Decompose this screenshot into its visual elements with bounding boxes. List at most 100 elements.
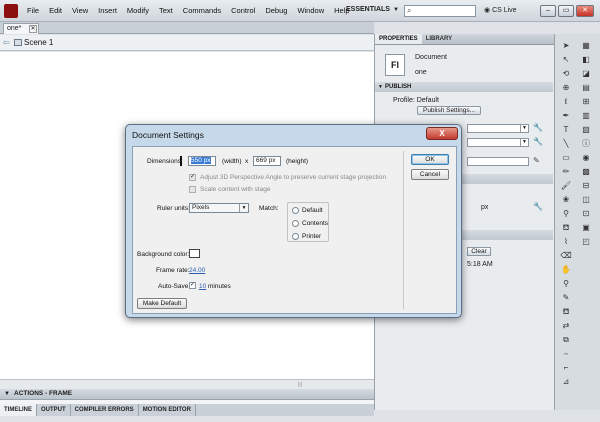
- eyedropper-tool-icon[interactable]: ⌇: [559, 236, 573, 248]
- panel-icon[interactable]: ▧: [579, 124, 593, 136]
- cancel-button[interactable]: Cancel: [411, 169, 449, 180]
- tab-motion-editor[interactable]: MOTION EDITOR: [139, 404, 196, 416]
- menu-text[interactable]: Text: [154, 6, 178, 15]
- document-tab-one[interactable]: one* ✕: [3, 23, 39, 34]
- menu-view[interactable]: View: [67, 6, 93, 15]
- 3d-rotation-tool-icon[interactable]: ⊕: [559, 82, 573, 94]
- player-dropdown[interactable]: ▼: [467, 124, 529, 133]
- match-printer-radio[interactable]: [292, 233, 299, 240]
- clear-button[interactable]: Clear: [467, 247, 491, 256]
- tab-timeline[interactable]: TIMELINE: [0, 404, 37, 416]
- back-arrow-icon[interactable]: ⇦: [3, 38, 10, 47]
- menu-file[interactable]: File: [22, 6, 44, 15]
- info-icon[interactable]: ⓘ: [579, 138, 593, 150]
- free-transform-tool-icon[interactable]: ⟲: [559, 68, 573, 80]
- actions-panel-header[interactable]: ▼ ACTIONS - FRAME: [0, 389, 374, 400]
- frame-rate-value[interactable]: 24.00: [189, 267, 205, 274]
- rectangle-tool-icon[interactable]: ▭: [559, 152, 573, 164]
- script-dropdown[interactable]: ▼: [467, 138, 529, 147]
- tab-output[interactable]: OUTPUT: [37, 404, 71, 416]
- menu-insert[interactable]: Insert: [93, 6, 122, 15]
- menu-debug[interactable]: Debug: [260, 6, 292, 15]
- panel-icon[interactable]: ▣: [579, 222, 593, 234]
- swap-colors-icon[interactable]: ⇄: [559, 320, 573, 332]
- autosave-checkbox[interactable]: ✓: [189, 282, 196, 289]
- scale-content-checkbox[interactable]: [189, 186, 196, 193]
- match-contents-label: Contents: [302, 220, 329, 227]
- wrench-icon[interactable]: 🔧: [533, 137, 543, 146]
- panel-icon[interactable]: ◪: [579, 68, 593, 80]
- pencil-tool-icon[interactable]: ✏: [559, 166, 573, 178]
- lasso-tool-icon[interactable]: ℓ: [559, 96, 573, 108]
- search-input[interactable]: ⌕: [404, 5, 476, 17]
- ruler-units-select[interactable]: Pixels ▼: [189, 203, 249, 213]
- scrollbar-thumb[interactable]: |||: [270, 382, 330, 388]
- panel-icon[interactable]: ▦: [579, 40, 593, 52]
- paint-bucket-tool-icon[interactable]: ⛾: [559, 222, 573, 234]
- panel-icon[interactable]: ◉: [579, 152, 593, 164]
- panel-icon[interactable]: ⊟: [579, 180, 593, 192]
- menu-edit[interactable]: Edit: [44, 6, 67, 15]
- history-timestamp: 5:18 AM: [467, 261, 493, 268]
- dialog-close-button[interactable]: X: [426, 127, 458, 140]
- deco-tool-icon[interactable]: ❀: [559, 194, 573, 206]
- panel-icon[interactable]: ◰: [579, 236, 593, 248]
- pen-tool-icon[interactable]: ✒: [559, 110, 573, 122]
- ok-button[interactable]: OK: [411, 154, 449, 165]
- panel-icon[interactable]: ◧: [579, 54, 593, 66]
- fill-color-icon[interactable]: ⛾: [559, 306, 573, 318]
- match-default-radio[interactable]: [292, 207, 299, 214]
- panel-icon[interactable]: ▤: [579, 82, 593, 94]
- dialog-title: Document Settings: [132, 130, 204, 140]
- panel-icon[interactable]: ◫: [579, 194, 593, 206]
- menu-modify[interactable]: Modify: [122, 6, 154, 15]
- adjust-3d-checkbox[interactable]: ✓: [189, 174, 196, 181]
- close-tab-icon[interactable]: ✕: [29, 25, 37, 33]
- panel-icon[interactable]: ⊞: [579, 96, 593, 108]
- subselection-tool-icon[interactable]: ↖: [559, 54, 573, 66]
- stroke-color-icon[interactable]: ✎: [559, 292, 573, 304]
- height-field[interactable]: 669 px: [253, 156, 281, 166]
- bone-tool-icon[interactable]: ⚲: [559, 208, 573, 220]
- autosave-value[interactable]: 10: [199, 283, 206, 290]
- menu-control[interactable]: Control: [226, 6, 260, 15]
- tab-compiler-errors[interactable]: COMPILER ERRORS: [71, 404, 139, 416]
- background-color-swatch[interactable]: [189, 249, 200, 258]
- eraser-tool-icon[interactable]: ⌫: [559, 250, 573, 262]
- zoom-tool-icon[interactable]: ⚲: [559, 278, 573, 290]
- cs-live-button[interactable]: ◉ CS Live: [484, 6, 517, 14]
- line-tool-icon[interactable]: ╲: [559, 138, 573, 150]
- tab-library[interactable]: LIBRARY: [422, 34, 456, 44]
- pencil-icon[interactable]: ✎: [533, 156, 540, 165]
- make-default-button[interactable]: Make Default: [137, 298, 187, 309]
- wrench-icon[interactable]: 🔧: [533, 123, 543, 132]
- selection-tool-icon[interactable]: ➤: [559, 40, 573, 52]
- ruler-units-label: Ruler units:: [157, 205, 190, 212]
- match-contents-radio[interactable]: [292, 220, 299, 227]
- publish-settings-button[interactable]: Publish Settings...: [417, 106, 481, 115]
- wrench-icon[interactable]: 🔧: [533, 202, 543, 211]
- brush-tool-icon[interactable]: 🖌: [559, 180, 573, 192]
- tab-properties[interactable]: PROPERTIES: [375, 34, 422, 44]
- panel-icon[interactable]: ▥: [579, 110, 593, 122]
- snap-icon[interactable]: ⧉: [559, 334, 573, 346]
- hand-tool-icon[interactable]: ✋: [559, 264, 573, 276]
- menu-window[interactable]: Window: [292, 6, 329, 15]
- options-icon[interactable]: ⊿: [559, 376, 573, 388]
- match-printer-label: Printer: [302, 233, 322, 240]
- close-window-button[interactable]: ✕: [576, 5, 594, 17]
- maximize-button[interactable]: ▭: [558, 5, 574, 17]
- straighten-icon[interactable]: ⌐: [559, 362, 573, 374]
- panel-icon[interactable]: ⊡: [579, 208, 593, 220]
- class-field[interactable]: [467, 157, 529, 166]
- menu-commands[interactable]: Commands: [178, 6, 226, 15]
- ruler-units-value: Pixels: [192, 204, 210, 211]
- panel-icon[interactable]: ▩: [579, 166, 593, 178]
- publish-section-header[interactable]: ▼ PUBLISH: [375, 82, 553, 92]
- horizontal-scrollbar[interactable]: |||: [0, 379, 374, 389]
- workspace-switcher[interactable]: ESSENTIALS ▼: [346, 6, 399, 13]
- text-tool-icon[interactable]: T: [559, 124, 573, 136]
- smooth-icon[interactable]: ⌢: [559, 348, 573, 360]
- width-field[interactable]: 550 px: [188, 156, 216, 166]
- minimize-button[interactable]: –: [540, 5, 556, 17]
